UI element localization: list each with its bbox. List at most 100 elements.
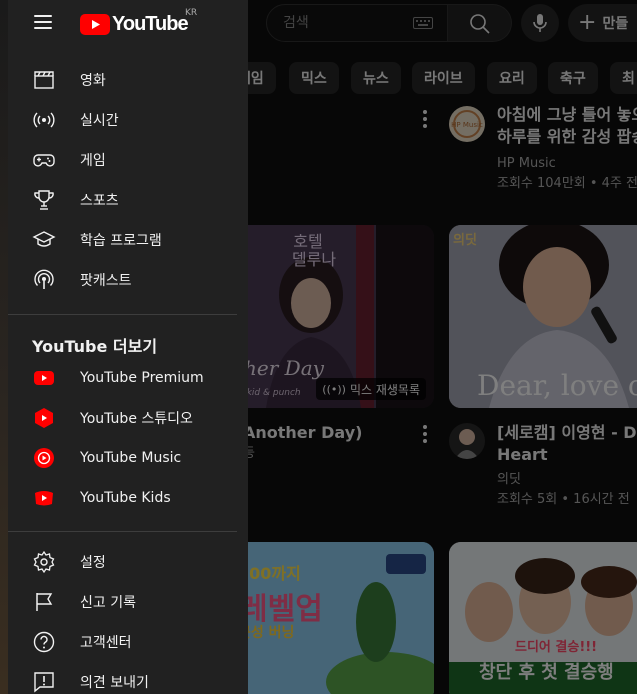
sidebar-item-label: YouTube Music	[80, 450, 182, 466]
sidebar-item-podcasts[interactable]: 팟캐스트	[8, 260, 248, 300]
sidebar-item-label: 설정	[80, 555, 106, 571]
page-edge	[0, 0, 8, 694]
plus-icon: +	[578, 10, 597, 35]
chip-more[interactable]: 최	[610, 62, 637, 94]
channel-name[interactable]: 의딧	[497, 470, 637, 490]
video-meta-top-right: 아침에 그냥 틀어 놓으 하루를 위한 감성 팝송 HP Music 조회수 1…	[497, 104, 637, 194]
chip-mix[interactable]: 믹스	[289, 62, 339, 94]
sidebar-item-help[interactable]: 고객센터	[8, 622, 248, 662]
sidebar-item-label: 의견 보내기	[80, 675, 149, 691]
more-options-icon[interactable]	[423, 425, 427, 443]
logo-text: YouTube	[112, 13, 189, 35]
drawer-header: YouTube KR	[8, 0, 248, 48]
video-sub: 등	[243, 446, 255, 461]
sidebar-item-label: YouTube Premium	[80, 370, 204, 386]
youtube-premium-icon	[34, 371, 54, 385]
trophy-icon	[34, 190, 54, 210]
voice-search-button[interactable]	[521, 4, 559, 42]
sidebar-divider	[8, 314, 237, 315]
video-stats: 조회수 104만회 • 4주 전	[497, 176, 637, 191]
video-title-line2[interactable]: Heart	[497, 444, 637, 466]
sidebar-item-label: YouTube 스튜디오	[80, 411, 193, 427]
section-title-more: YouTube 더보기	[32, 337, 158, 356]
chip-news[interactable]: 뉴스	[351, 62, 401, 94]
logo-region: KR	[185, 8, 198, 18]
sidebar-item-report-history[interactable]: 신고 기록	[8, 582, 248, 622]
graduation-cap-icon	[32, 231, 56, 247]
sidebar-item-youtube-premium[interactable]: YouTube Premium	[8, 358, 248, 398]
sidebar-item-sports[interactable]: 스포츠	[8, 180, 248, 220]
broadcast-icon: ((•))	[322, 382, 346, 396]
youtube-logo-icon	[80, 14, 110, 35]
chip-soccer[interactable]: 축구	[548, 62, 598, 94]
create-button[interactable]: + 만들	[568, 4, 637, 42]
microphone-icon	[533, 14, 547, 32]
sidebar-item-label: 학습 프로그램	[80, 233, 162, 249]
video-thumbnail[interactable]: 200까지 레벨업 곤성 버닝	[236, 542, 434, 694]
sidebar-item-settings[interactable]: 설정	[8, 542, 248, 582]
sidebar-item-youtube-kids[interactable]: YouTube Kids	[8, 478, 248, 518]
channel-name[interactable]: HP Music	[497, 154, 637, 174]
youtube-kids-icon	[35, 491, 53, 506]
more-options-icon[interactable]	[423, 110, 427, 128]
sidebar-item-learning[interactable]: 학습 프로그램	[8, 220, 248, 260]
chip-cooking[interactable]: 요리	[487, 62, 537, 94]
sidebar-item-feedback[interactable]: 의견 보내기	[8, 662, 248, 694]
youtube-studio-icon	[35, 408, 53, 428]
thumbnail-text-line1: 드디어 결승!!!	[515, 640, 598, 655]
badge-label: 믹스 재생목록	[349, 382, 420, 397]
video-title-line2[interactable]: 하루를 위한 감성 팝송	[497, 126, 637, 148]
feedback-icon	[34, 672, 54, 693]
sidebar-item-movies[interactable]: 영화	[8, 60, 248, 100]
chip-live[interactable]: 라이브	[412, 62, 475, 94]
thumbnail-corner-text: 의딧	[453, 233, 477, 248]
podcast-icon	[34, 269, 54, 289]
video-thumbnail[interactable]: 호텔 델루나 ther Day ly kid & punch ((•)) 믹스 …	[236, 225, 434, 408]
guide-drawer: YouTube KR 영화 실시간 게임 스포츠 학습 프로그램 팟캐스트 Yo…	[8, 0, 248, 694]
sidebar-item-label: 신고 기록	[80, 595, 136, 611]
search-button[interactable]	[448, 4, 512, 42]
video-title[interactable]: Another Day)	[243, 422, 423, 444]
video-meta-mid-right: [세로캠] 이영현 - Dea Heart 의딧 조회수 5회 • 16시간 전	[497, 422, 637, 510]
live-icon	[33, 112, 55, 128]
video-thumbnail[interactable]: 의딧 Dear, love of	[449, 225, 637, 408]
gamepad-icon	[33, 154, 55, 167]
sidebar-item-label: 고객센터	[80, 635, 132, 651]
channel-avatar[interactable]: HP Music	[449, 106, 485, 142]
channel-avatar[interactable]	[449, 423, 485, 459]
sidebar-item-live[interactable]: 실시간	[8, 100, 248, 140]
sidebar-item-youtube-studio[interactable]: YouTube 스튜디오	[8, 398, 248, 438]
clapperboard-icon	[34, 71, 54, 89]
video-title[interactable]: 아침에 그냥 틀어 놓으	[497, 104, 637, 126]
video-meta-mid-left: Another Day) 등	[243, 422, 423, 464]
sidebar-item-label: 팟캐스트	[80, 273, 132, 289]
sidebar-item-youtube-music[interactable]: YouTube Music	[8, 438, 248, 478]
search-box[interactable]	[266, 4, 448, 42]
svg-text:델루나: 델루나	[292, 250, 336, 269]
create-label: 만들	[602, 16, 629, 32]
thumbnail-text-line2: 창단 후 첫 결승행	[479, 662, 614, 683]
sidebar-item-label: YouTube Kids	[80, 490, 171, 506]
video-title[interactable]: [세로캠] 이영현 - Dea	[497, 422, 637, 444]
video-stats: 조회수 5회 • 16시간 전	[497, 492, 630, 507]
thumbnail-caption: Dear, love of	[477, 369, 637, 402]
hamburger-menu-icon[interactable]	[34, 15, 52, 29]
flag-icon	[36, 593, 53, 611]
youtube-logo[interactable]: YouTube KR	[80, 8, 197, 36]
svg-text:ther Day: ther Day	[236, 356, 325, 380]
sidebar-item-label: 게임	[80, 153, 106, 169]
svg-text:HP Music: HP Music	[451, 121, 483, 129]
search-icon	[470, 14, 490, 34]
sidebar-divider	[8, 531, 237, 532]
sidebar-item-label: 실시간	[80, 113, 119, 129]
sidebar-item-label: 영화	[80, 73, 106, 89]
video-thumbnail[interactable]: 드디어 결승!!! 창단 후 첫 결승행	[449, 542, 637, 694]
youtube-music-icon	[34, 448, 54, 468]
search-input[interactable]	[267, 5, 407, 41]
sidebar-item-gaming[interactable]: 게임	[8, 140, 248, 180]
svg-text:호텔: 호텔	[293, 232, 322, 251]
gear-icon	[33, 550, 55, 574]
keyboard-icon[interactable]	[413, 17, 433, 29]
sidebar-item-label: 스포츠	[80, 193, 119, 209]
mix-playlist-badge: ((•)) 믹스 재생목록	[316, 378, 426, 400]
